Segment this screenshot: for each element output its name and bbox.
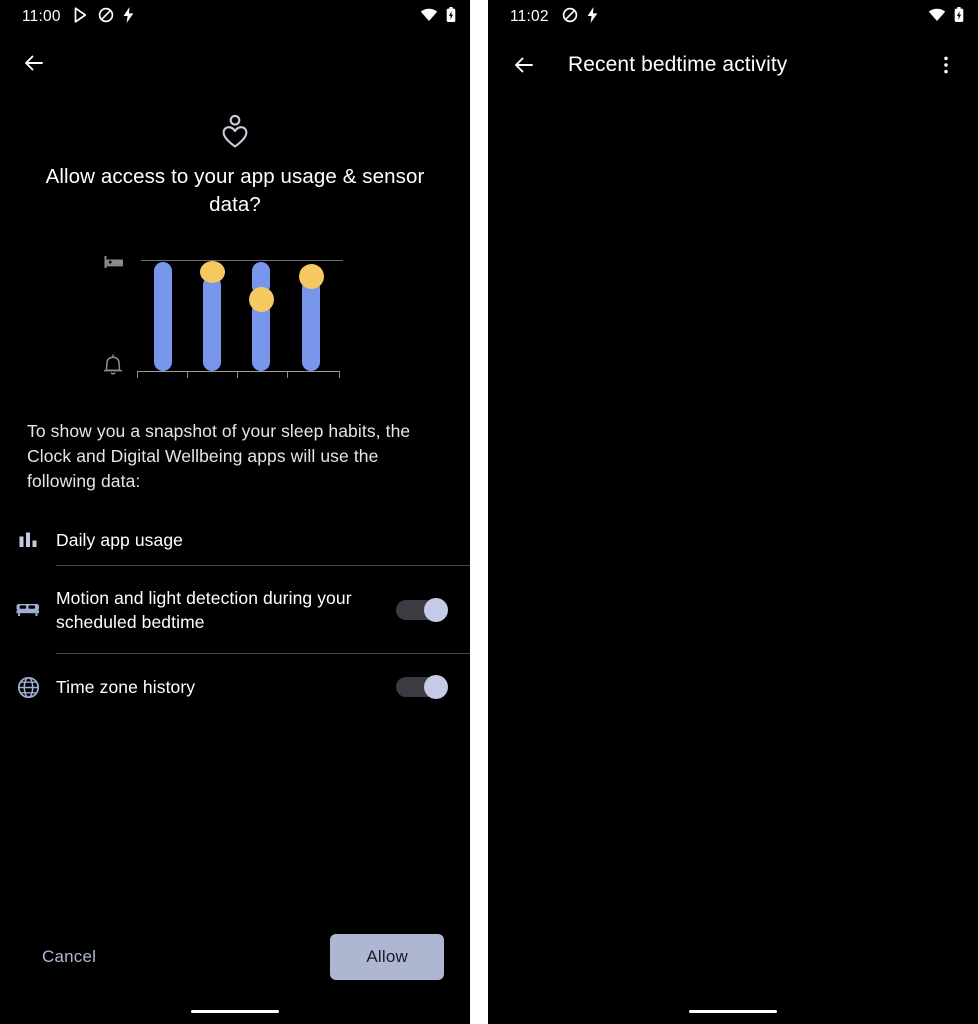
back-button[interactable] bbox=[502, 43, 546, 87]
flash-icon bbox=[587, 6, 598, 28]
alarm-bell-icon bbox=[102, 354, 124, 381]
row-time-zone-history[interactable]: Time zone history bbox=[0, 654, 470, 720]
screenshot-root: 11:00 Allow access to your app usage & s… bbox=[0, 0, 978, 1024]
row-label: Time zone history bbox=[56, 677, 196, 697]
sleep-chart-illustration bbox=[0, 243, 470, 393]
navigation-pill[interactable] bbox=[191, 1009, 279, 1013]
row-body: Motion and light detection during your s… bbox=[56, 566, 448, 654]
flash-icon bbox=[123, 6, 134, 28]
back-button[interactable] bbox=[12, 41, 56, 85]
toggle-time-zone-history[interactable] bbox=[396, 675, 448, 699]
bed-icon bbox=[16, 604, 39, 616]
navigation-pill[interactable] bbox=[689, 1009, 777, 1013]
row-icon-wrap bbox=[0, 676, 56, 699]
do-not-disturb-icon bbox=[562, 7, 578, 28]
chart-tick-0 bbox=[137, 372, 138, 378]
status-clock: 11:02 bbox=[510, 8, 549, 26]
row-icon-wrap bbox=[0, 530, 56, 550]
back-arrow-icon bbox=[515, 57, 533, 73]
chart-wake-dot-4 bbox=[299, 264, 324, 289]
do-not-disturb-icon bbox=[98, 7, 114, 28]
chart-bar-2 bbox=[203, 276, 221, 371]
left-status-bar: 11:00 bbox=[0, 0, 470, 34]
dialog-title: Allow access to your app usage & sensor … bbox=[45, 165, 425, 216]
dialog-body-text: To show you a snapshot of your sleep hab… bbox=[27, 421, 411, 491]
chart-tick-4 bbox=[339, 372, 340, 378]
play-store-icon bbox=[74, 6, 89, 28]
chart-wake-dot-3 bbox=[249, 287, 274, 312]
row-motion-light-detection[interactable]: Motion and light detection during your s… bbox=[0, 566, 470, 654]
back-arrow-icon bbox=[25, 55, 43, 71]
header-icon-wrap bbox=[0, 114, 470, 150]
status-right-icons bbox=[928, 6, 964, 28]
battery-charging-icon bbox=[446, 6, 456, 28]
left-phone-screen: 11:00 Allow access to your app usage & s… bbox=[0, 0, 470, 1024]
chart-tick-2 bbox=[237, 372, 238, 378]
allow-button[interactable]: Allow bbox=[330, 934, 444, 980]
dialog-action-bar: Cancel Allow bbox=[0, 934, 470, 980]
row-label: Motion and light detection during your s… bbox=[56, 588, 352, 632]
chart-plot-area bbox=[137, 243, 344, 388]
bed-icon bbox=[104, 254, 124, 275]
battery-charging-icon bbox=[954, 6, 964, 28]
row-label: Daily app usage bbox=[56, 530, 183, 550]
more-vert-icon bbox=[944, 56, 948, 74]
status-left-icons bbox=[562, 6, 598, 28]
digital-wellbeing-person-heart-icon bbox=[222, 114, 248, 148]
wifi-icon bbox=[928, 8, 946, 27]
permission-rows: Daily app usage Motion and light detecti… bbox=[0, 514, 470, 720]
right-phone-screen: 11:02 Recent bedtime activity bbox=[488, 0, 978, 1024]
row-body: Time zone history bbox=[56, 654, 448, 720]
right-app-bar: Recent bedtime activity bbox=[488, 34, 978, 96]
chart-bar-1 bbox=[154, 262, 172, 371]
cancel-button[interactable]: Cancel bbox=[40, 937, 98, 977]
chart-tick-1 bbox=[187, 372, 188, 378]
status-clock: 11:00 bbox=[22, 8, 61, 26]
chart-tick-3 bbox=[287, 372, 288, 378]
row-icon-wrap bbox=[0, 600, 56, 620]
row-body: Daily app usage bbox=[56, 514, 448, 566]
overflow-menu-button[interactable] bbox=[924, 43, 968, 87]
status-left-icons bbox=[74, 6, 134, 28]
status-right-icons bbox=[420, 6, 456, 28]
chart-bar-4 bbox=[302, 279, 320, 371]
toggle-motion-light-detection[interactable] bbox=[396, 598, 448, 622]
wifi-icon bbox=[420, 8, 438, 27]
toggle-thumb bbox=[424, 675, 448, 699]
bar-chart-icon bbox=[19, 532, 37, 547]
toggle-thumb bbox=[424, 598, 448, 622]
globe-icon bbox=[17, 676, 39, 698]
left-app-bar bbox=[0, 34, 470, 92]
chart-bar-3b bbox=[252, 302, 270, 371]
right-content-area bbox=[488, 96, 978, 1024]
right-status-bar: 11:02 bbox=[488, 0, 978, 34]
row-daily-app-usage[interactable]: Daily app usage bbox=[0, 514, 470, 566]
chart-top-gridline bbox=[141, 260, 343, 261]
chart-x-axis bbox=[137, 371, 340, 372]
chart-wake-dot-2 bbox=[200, 261, 225, 283]
page-title: Recent bedtime activity bbox=[568, 53, 788, 76]
